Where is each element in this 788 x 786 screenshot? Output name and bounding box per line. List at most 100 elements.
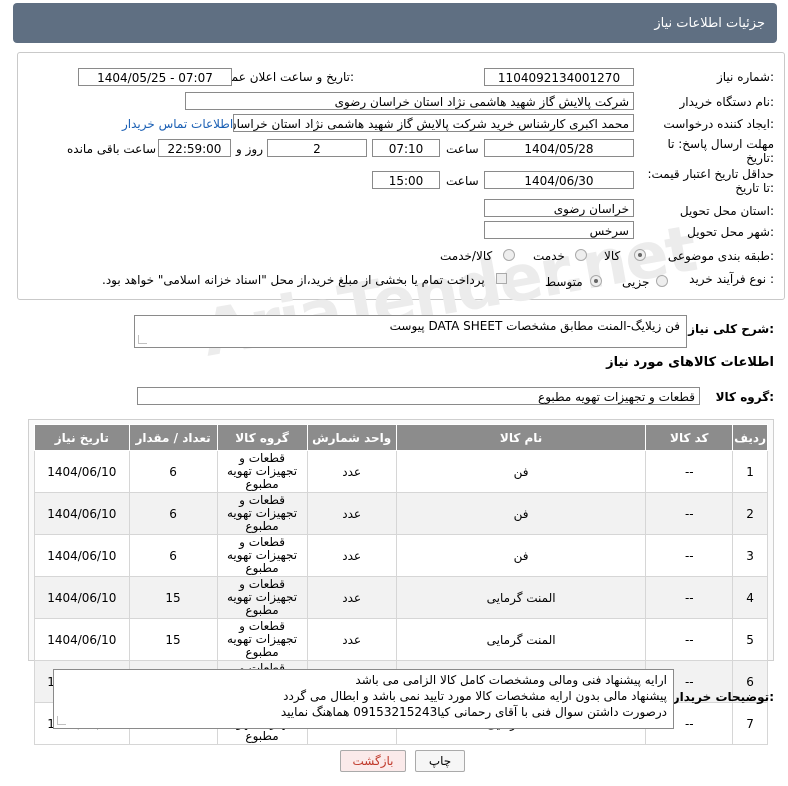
requester-field[interactable]: محمد اکبری کارشناس خرید شرکت پالایش گاز … [233, 114, 634, 132]
deadline-label: مهلت ارسال پاسخ: تا تاریخ: [667, 137, 774, 165]
deadline-time-label: ساعت [446, 142, 479, 156]
page-header: جزئیات اطلاعات نیاز [13, 3, 777, 43]
description-field[interactable]: فن زیلایگ-المنت مطابق مشخصات DATA SHEET … [134, 315, 687, 348]
buyer-note-line: ارایه پیشنهاد فنی ومالی ومشخصات کامل کال… [355, 673, 667, 687]
table-row: 1 -- فن عدد قطعات و تجهیزات تهویه مطبوع … [34, 450, 768, 493]
cell-row: 3 [732, 534, 768, 577]
cell-unit: عدد [306, 534, 397, 577]
remaining-label: ساعت باقی مانده [67, 142, 157, 156]
buyer-label: نام دستگاه خریدار: [679, 95, 775, 109]
resize-handle-icon [57, 716, 66, 725]
table-row: 4 -- المنت گرمایی عدد قطعات و تجهیزات ته… [34, 576, 768, 619]
cell-group: قطعات و تجهیزات تهویه مطبوع [216, 492, 308, 535]
cell-unit: عدد [306, 576, 397, 619]
buyer-note-line: پیشنهاد مالی بدون ارایه مشخصات کالا مورد… [283, 689, 667, 703]
cell-row: 5 [732, 618, 768, 661]
cell-row: 7 [732, 702, 768, 745]
print-button[interactable]: چاپ [415, 750, 465, 772]
page-title: جزئیات اطلاعات نیاز [654, 16, 765, 31]
city-field[interactable]: سرخس [484, 221, 634, 239]
process-radio-minor[interactable] [656, 275, 668, 287]
days-field[interactable]: 2 [267, 139, 367, 157]
remaining-time-field[interactable]: 22:59:00 [158, 139, 231, 157]
col-date-header: تاریخ نیاز [34, 424, 130, 451]
category-option-goods: کالا [604, 249, 621, 263]
cell-unit: عدد [306, 450, 397, 493]
buyer-notes-field[interactable]: ارایه پیشنهاد فنی ومالی ومشخصات کامل کال… [53, 669, 674, 729]
col-name-header: نام کالا [395, 424, 647, 451]
cell-name: المنت گرمایی [395, 618, 647, 661]
category-option-goods-service: کالا/خدمت [440, 249, 493, 263]
col-group-header: گروه کالا [216, 424, 308, 451]
cell-row: 2 [732, 492, 768, 535]
goods-section-title: اطلاعات کالاهای مورد نیاز [606, 355, 774, 370]
category-radio-goods-service[interactable] [503, 249, 515, 261]
deadline-time-field[interactable]: 07:10 [372, 139, 440, 157]
cell-qty: 6 [128, 450, 218, 493]
validity-time-field[interactable]: 15:00 [372, 171, 440, 189]
cell-code: -- [645, 492, 734, 535]
contact-buyer-link[interactable]: اطلاعات تماس خریدار [122, 117, 233, 131]
payment-note: پرداخت تمام یا بخشی از مبلغ خرید،از محل … [102, 273, 485, 287]
cell-name: المنت گرمایی [395, 576, 647, 619]
process-option-medium: متوسط [545, 275, 583, 289]
validity-time-label: ساعت [446, 174, 479, 188]
cell-date: 1404/06/10 [34, 492, 130, 535]
col-unit-header: واحد شمارش [306, 424, 397, 451]
days-label: روز و [236, 142, 263, 156]
cell-qty: 15 [128, 576, 218, 619]
cell-unit: عدد [306, 618, 397, 661]
cell-date: 1404/06/10 [34, 618, 130, 661]
category-option-service: خدمت [533, 249, 565, 263]
cell-date: 1404/06/10 [34, 450, 130, 493]
table-row: 5 -- المنت گرمایی عدد قطعات و تجهیزات ته… [34, 618, 768, 661]
cell-group: قطعات و تجهیزات تهویه مطبوع [216, 450, 308, 493]
cell-row: 4 [732, 576, 768, 619]
cell-group: قطعات و تجهیزات تهویه مطبوع [216, 618, 308, 661]
province-field[interactable]: خراسان رضوی [484, 199, 634, 217]
buyer-notes-label: توضیحات خریدار: [672, 690, 774, 704]
buyer-note-line: درصورت داشتن سوال فنی با آقای رحمانی کیا… [280, 705, 667, 719]
cell-group: قطعات و تجهیزات تهویه مطبوع [216, 576, 308, 619]
category-radio-service[interactable] [575, 249, 587, 261]
cell-qty: 15 [128, 618, 218, 661]
goods-group-label: گروه کالا: [715, 390, 774, 404]
validity-label: حداقل تاریخ اعتبار قیمت: تا تاریخ: [647, 167, 774, 195]
cell-name: فن [395, 450, 647, 493]
table-row: 2 -- فن عدد قطعات و تجهیزات تهویه مطبوع … [34, 492, 768, 535]
cell-qty: 6 [128, 492, 218, 535]
buyer-field[interactable]: شرکت پالایش گاز شهید هاشمی نژاد استان خر… [185, 92, 634, 110]
col-code-header: کد کالا [645, 424, 734, 451]
process-label: نوع فرآیند خرید : [689, 272, 774, 286]
deadline-date-field[interactable]: 1404/05/28 [484, 139, 634, 157]
process-radio-medium[interactable] [590, 275, 602, 287]
process-option-minor: جزیی [622, 275, 650, 289]
cell-code: -- [645, 450, 734, 493]
goods-group-field[interactable]: قطعات و تجهیزات تهویه مطبوع [137, 387, 700, 405]
table-row: 3 -- فن عدد قطعات و تجهیزات تهویه مطبوع … [34, 534, 768, 577]
cell-date: 1404/06/10 [34, 576, 130, 619]
city-label: شهر محل تحویل: [687, 225, 774, 239]
cell-code: -- [645, 576, 734, 619]
description-label: شرح کلی نیاز: [688, 322, 774, 336]
cell-date: 1404/06/10 [34, 534, 130, 577]
cell-code: -- [645, 618, 734, 661]
category-label: طبقه بندی موضوعی: [667, 249, 774, 263]
cell-row: 1 [732, 450, 768, 493]
cell-name: فن [395, 534, 647, 577]
payment-checkbox[interactable] [496, 273, 507, 284]
cell-group: قطعات و تجهیزات تهویه مطبوع [216, 534, 308, 577]
table-header-row: ردیف کد کالا نام کالا واحد شمارش گروه کا… [34, 424, 768, 451]
cell-name: فن [395, 492, 647, 535]
cell-unit: عدد [306, 492, 397, 535]
cell-qty: 6 [128, 534, 218, 577]
col-qty-header: تعداد / مقدار [128, 424, 218, 451]
need-number-field[interactable]: 1104092134001270 [484, 68, 634, 86]
validity-date-field[interactable]: 1404/06/30 [484, 171, 634, 189]
announce-field[interactable]: 1404/05/25 - 07:07 [78, 68, 232, 86]
resize-handle-icon [138, 335, 147, 344]
back-button[interactable]: بازگشت [340, 750, 406, 772]
category-radio-goods[interactable] [634, 249, 646, 261]
requester-label: ایجاد کننده درخواست: [663, 117, 774, 131]
need-number-label: شماره نیاز: [716, 70, 774, 84]
